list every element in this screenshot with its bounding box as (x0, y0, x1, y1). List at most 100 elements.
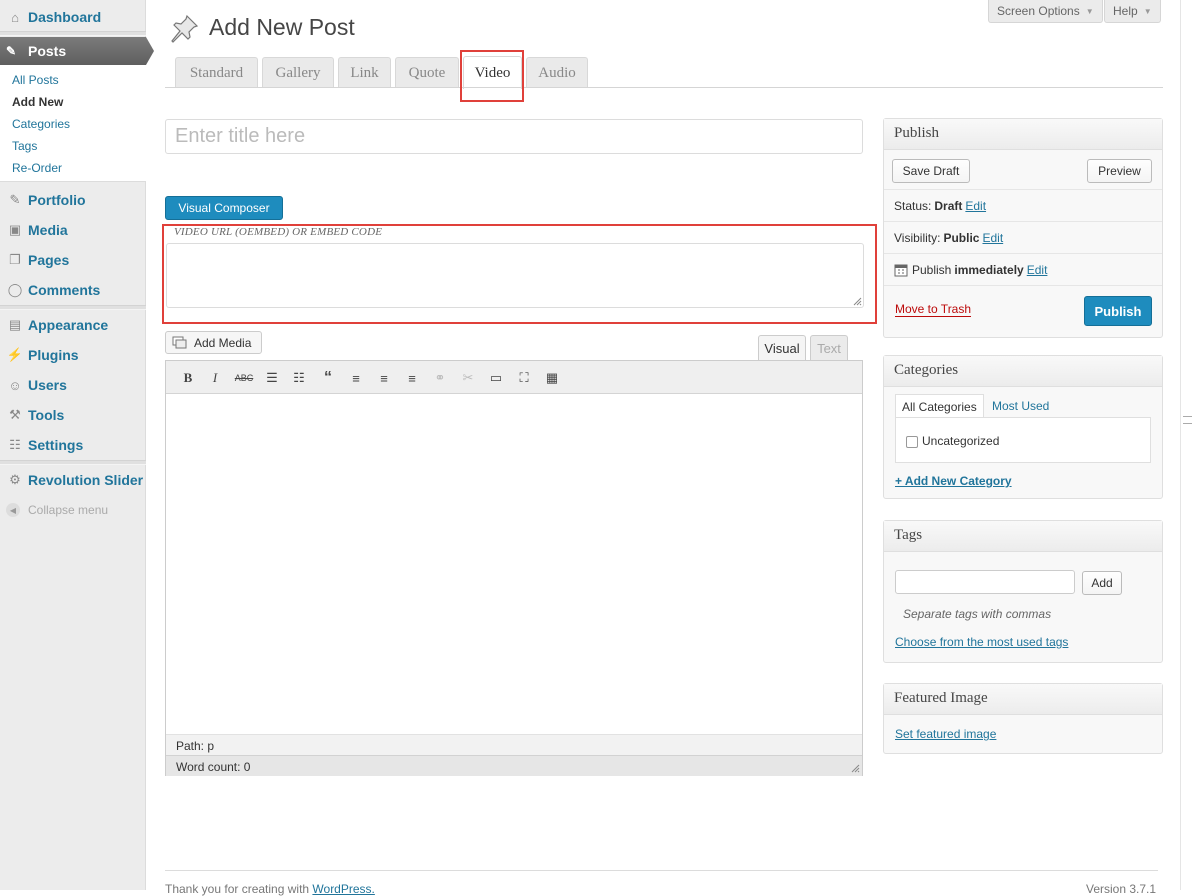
media-icon (172, 336, 187, 348)
tab-gallery[interactable]: Gallery (262, 57, 334, 88)
chevron-down-icon: ▼ (1143, 6, 1152, 16)
categories-box: Categories All Categories Most Used Unca… (883, 355, 1163, 499)
menu-pages[interactable]: ❐ Pages (0, 245, 146, 275)
fullscreen-icon[interactable]: ⛶ (513, 367, 535, 389)
edit-status-link[interactable]: Edit (965, 199, 986, 213)
italic-icon[interactable]: I (204, 367, 226, 389)
bold-icon[interactable]: B (177, 367, 199, 389)
post-title-input[interactable] (165, 119, 863, 154)
menu-dashboard-label: Dashboard (28, 9, 102, 25)
menu-media-label: Media (28, 222, 68, 238)
screen-options-button[interactable]: Screen Options ▼ (988, 0, 1103, 23)
tab-link[interactable]: Link (338, 57, 391, 88)
help-label: Help (1113, 4, 1138, 18)
help-button[interactable]: Help ▼ (1104, 0, 1161, 23)
submenu-re-order[interactable]: Re-Order (12, 161, 62, 175)
move-to-trash-link[interactable]: Move to Trash (895, 302, 972, 317)
plug-icon: ⚡ (6, 347, 24, 362)
category-checkbox[interactable] (906, 435, 918, 448)
submenu-add-new[interactable]: Add New (12, 95, 63, 109)
menu-posts-label: Posts (28, 43, 67, 59)
add-tag-button[interactable]: Add (1082, 571, 1122, 595)
add-media-button[interactable]: Add Media (165, 331, 262, 354)
blockquote-icon[interactable]: “ (317, 367, 339, 389)
tab-text-editor[interactable]: Text (810, 335, 848, 360)
menu-revolution-slider[interactable]: ⚙ Revolution Slider (0, 465, 146, 495)
tab-quote[interactable]: Quote (395, 57, 459, 88)
align-left-icon[interactable]: ≡ (345, 367, 367, 389)
menu-posts[interactable]: ✎ Posts (0, 37, 154, 65)
chevron-down-icon: ▼ (1085, 6, 1094, 16)
submenu-categories[interactable]: Categories (12, 117, 70, 131)
footer-divider (165, 870, 1158, 871)
categories-box-title: Categories (884, 356, 1162, 387)
footer-version: Version 3.7.1 (1086, 882, 1157, 896)
unlink-icon[interactable]: ✂ (457, 367, 479, 389)
edit-publish-time-link[interactable]: Edit (1027, 263, 1048, 277)
menu-users[interactable]: ☺ Users (0, 370, 146, 400)
publish-actions-divider (884, 285, 1162, 286)
menu-appearance[interactable]: ▤ Appearance (0, 310, 146, 340)
tabs-divider (165, 87, 1163, 88)
tags-box: Tags Add Separate tags with commas Choos… (883, 520, 1163, 663)
tab-audio[interactable]: Audio (526, 57, 588, 88)
tag-input[interactable] (895, 570, 1075, 594)
menu-media[interactable]: ▣ Media (0, 215, 146, 245)
align-right-icon[interactable]: ≡ (401, 367, 423, 389)
menu-plugins-label: Plugins (28, 347, 79, 363)
publish-button[interactable]: Publish (1084, 296, 1152, 326)
wordpress-link[interactable]: WordPress. (312, 882, 374, 896)
menu-portfolio[interactable]: ✎ Portfolio (0, 185, 146, 215)
menu-settings[interactable]: ☷ Settings (0, 430, 146, 460)
menu-tools[interactable]: ⚒ Tools (0, 400, 146, 430)
category-item[interactable]: Uncategorized (906, 434, 999, 448)
bullet-list-icon[interactable]: ☰ (261, 367, 283, 389)
tab-video[interactable]: Video (463, 56, 522, 89)
gear-icon: ⚙ (9, 472, 21, 487)
collapse-menu-label: Collapse menu (28, 503, 109, 517)
video-url-textarea[interactable] (166, 243, 864, 308)
save-draft-button[interactable]: Save Draft (892, 159, 970, 183)
menu-dashboard[interactable]: ⌂ Dashboard (0, 2, 146, 32)
menu-plugins[interactable]: ⚡ Plugins (0, 340, 146, 370)
status-row: Status: Draft Edit (884, 189, 1162, 221)
comment-bubble-icon: ◯ (7, 282, 23, 297)
kitchen-sink-icon[interactable]: ▦ (541, 367, 563, 389)
portfolio-icon: ✎ (9, 192, 21, 207)
numbered-list-icon[interactable]: ☷ (288, 367, 310, 389)
users-icon: ☺ (8, 377, 22, 393)
strikethrough-icon[interactable]: ABC (233, 367, 255, 389)
window-scrollbar[interactable] (1180, 0, 1196, 890)
tab-all-categories[interactable]: All Categories (895, 394, 984, 418)
menu-comments[interactable]: ◯ Comments (0, 275, 146, 305)
add-new-category-link[interactable]: + Add New Category (895, 474, 1012, 488)
publish-time-row: Publish immediately Edit (884, 253, 1162, 285)
choose-most-used-tags-link[interactable]: Choose from the most used tags (895, 635, 1068, 649)
resize-handle-icon[interactable] (851, 764, 860, 773)
read-more-icon[interactable]: ▭ (485, 367, 507, 389)
align-center-icon[interactable]: ≡ (373, 367, 395, 389)
category-label: Uncategorized (922, 434, 1000, 448)
add-media-label: Add Media (194, 335, 252, 350)
menu-tools-label: Tools (28, 407, 65, 423)
submenu-tags[interactable]: Tags (12, 139, 37, 153)
menu-revolution-slider-label: Revolution Slider (28, 472, 144, 488)
set-featured-image-link[interactable]: Set featured image (895, 727, 996, 741)
appearance-icon: ▤ (8, 317, 22, 332)
scrollbar-grip-icon (1183, 416, 1192, 424)
content-editor[interactable]: B I ABC ☰ ☷ “ ≡ ≡ ≡ ⚭ ✂ ▭ ⛶ ▦ Path: p Wo… (165, 360, 863, 776)
visual-composer-button[interactable]: Visual Composer (165, 196, 283, 220)
publish-box: Publish Save Draft Preview Status: Draft… (883, 118, 1163, 338)
resize-handle-icon[interactable] (853, 297, 862, 306)
edit-visibility-link[interactable]: Edit (982, 231, 1003, 245)
categories-list: Uncategorized (895, 417, 1151, 463)
calendar-icon (894, 264, 908, 276)
tab-most-used[interactable]: Most Used (986, 394, 1055, 418)
preview-button[interactable]: Preview (1087, 159, 1152, 183)
collapse-arrow-icon: ◀ (6, 503, 20, 517)
tab-standard[interactable]: Standard (175, 57, 258, 88)
link-icon[interactable]: ⚭ (429, 367, 451, 389)
collapse-menu[interactable]: ◀ Collapse menu (6, 503, 108, 517)
tab-visual-editor[interactable]: Visual (758, 335, 806, 360)
submenu-all-posts[interactable]: All Posts (12, 73, 59, 87)
